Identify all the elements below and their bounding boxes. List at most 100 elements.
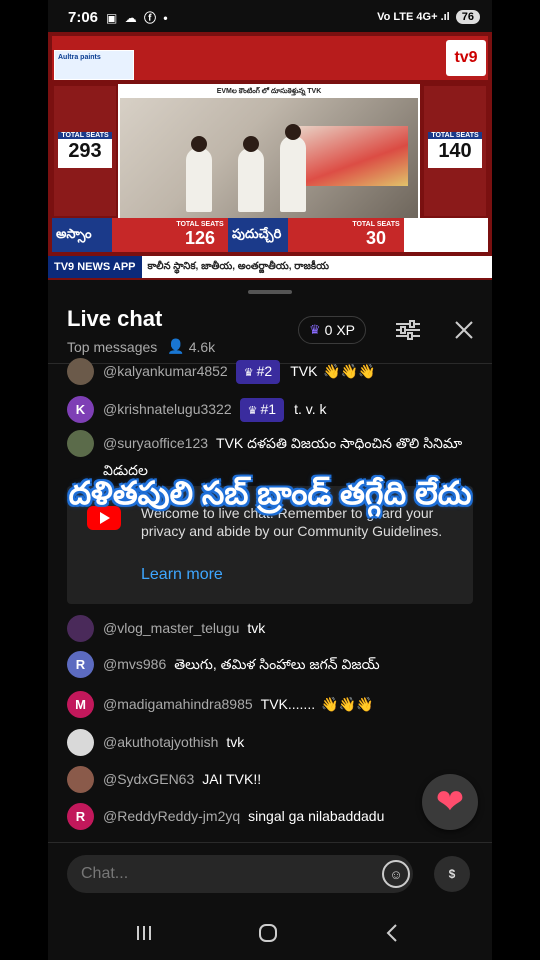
tv9-logo: tv9 [446,40,486,76]
message-body: @mvs986 తెలుగు, తమిళ సింహాలు జగన్ విజయ్ [103,651,480,678]
emoji-icon[interactable]: ☺ [382,860,410,888]
avatar[interactable] [67,430,94,457]
video-ad-box: Aultra paints [54,50,134,80]
scene-person [238,148,264,212]
message-username[interactable]: @vlog_master_telugu [103,620,239,636]
super-chat-button[interactable]: $ [434,856,470,892]
message-username[interactable]: @kalyankumar4852 [103,363,228,379]
filter-icon[interactable] [394,316,422,344]
message-body: @vlog_master_telugu tvk [103,615,480,642]
party-logos [404,218,488,252]
clap-emoji-icon: 👋👋👋 [321,696,374,712]
chat-message[interactable]: @SydxGEN63 JAI TVK!! [67,766,480,793]
video-frame-caption: EVMల కౌంటింగ్ లో దూసుకెళ్తున్న TVK [120,86,418,98]
crown-icon: ♛ [247,405,258,417]
avatar[interactable] [67,358,94,385]
learn-more-link[interactable]: Learn more [141,566,223,584]
phone-screen: 7:06 ▣ ☁ ⓕ • Vo LTE 4G+ .ıl 76 Aultra pa… [48,0,492,960]
news-ticker: TV9 NEWS APP కాలీన స్థానిక, జాతీయ, అంతర్… [48,256,492,278]
message-body: @kalyankumar4852 ♛ #2 TVK 👋👋👋 [103,358,480,385]
avatar[interactable]: M [67,691,94,718]
person-icon: 👤 [167,338,185,354]
chat-message[interactable]: @suryaoffice123 TVK దళపతి విజయం సాధించిన … [67,430,480,484]
notification-icons: ▣ ☁ ⓕ • [106,10,170,25]
message-username[interactable]: @suryaoffice123 [103,435,208,451]
rank-badge-text: #1 [260,401,277,417]
right-seats-panel: TOTAL SEATS 140 [424,86,486,216]
video-player[interactable]: Aultra paints tv9 TOTAL SEATS 293 EVMల క… [48,32,492,280]
message-body: @SydxGEN63 JAI TVK!! [103,766,480,793]
battery-icon: 76 [455,10,480,24]
message-body: @akuthotajyothish tvk [103,729,480,756]
chat-input[interactable] [67,855,413,893]
status-bar: 7:06 ▣ ☁ ⓕ • Vo LTE 4G+ .ıl 76 [48,0,492,34]
chat-subtitle-row: Top messages 👤 4.6k [67,338,215,355]
right-seats-label: TOTAL SEATS [428,132,482,139]
android-nav-bar [48,904,492,960]
avatar[interactable] [67,729,94,756]
chat-message[interactable]: K @krishnatelugu3322 ♛ #1 t. v. k [67,396,480,423]
ticker-app-label: TV9 NEWS APP [48,256,142,278]
state-total-right-label: TOTAL SEATS [352,221,400,228]
home-icon[interactable] [248,918,288,948]
viewer-count-value: 4.6k [188,338,216,355]
message-username[interactable]: @SydxGEN63 [103,771,194,787]
recent-apps-icon[interactable] [124,918,164,948]
state-total-left-label: TOTAL SEATS [176,221,224,228]
close-icon[interactable] [450,316,478,344]
chat-message[interactable]: @kalyankumar4852 ♛ #2 TVK 👋👋👋 [67,358,480,385]
welcome-text: Welcome to live chat! Remember to guard … [141,505,443,539]
avatar[interactable]: K [67,396,94,423]
message-text: tvk [226,734,245,750]
scene-person-head [243,136,259,152]
message-username[interactable]: @ReddyReddy-jm2yq [103,808,240,824]
scene-person [280,136,306,212]
chat-message[interactable]: @akuthotajyothish tvk [67,729,480,756]
state-map-right [288,218,348,252]
crown-icon: ♛ [309,322,321,337]
state-total-right: TOTAL SEATS 30 [348,218,404,252]
message-body: @madigamahindra8985 TVK....... 👋👋👋 [103,691,480,718]
chat-header: Live chat Top messages 👤 4.6k ♛ 0 XP [48,298,492,364]
chat-message[interactable]: R @mvs986 తెలుగు, తమిళ సింహాలు జగన్ విజయ్ [67,651,480,678]
super-chat-label: $ [448,867,456,881]
xp-value: 0 XP [324,322,356,338]
avatar[interactable] [67,615,94,642]
back-icon[interactable] [372,918,412,948]
message-text: t. v. k [294,401,327,417]
message-text: తెలుగు, తమిళ సింహాలు జగన్ విజయ్ [174,656,380,672]
chat-message[interactable]: @vlog_master_telugu tvk [67,615,480,642]
state-name-right: పుదుచ్చేరి [228,218,288,252]
state-name-left: అస్సాం [52,218,112,252]
message-text: tvk [247,620,266,636]
rank-badge: ♛ #2 [235,360,281,384]
message-text: singal ga nilabaddadu [248,808,385,824]
message-body: @suryaoffice123 TVK దళపతి విజయం సాధించిన … [103,430,480,484]
chat-message[interactable]: M @madigamahindra8985 TVK....... 👋👋👋 [67,691,480,718]
state-map-left [112,218,172,252]
heart-icon: ❤ [435,783,465,821]
message-username[interactable]: @mvs986 [103,656,166,672]
chat-message[interactable]: R @ReddyReddy-jm2yq singal ga nilabaddadu [67,803,480,830]
youtube-icon [87,506,121,530]
rank-badge: ♛ #1 [239,398,285,422]
left-seats-label: TOTAL SEATS [58,132,112,139]
left-seats-panel: TOTAL SEATS 293 [54,86,116,216]
message-text: TVK [290,363,318,379]
scene-person-head [191,136,207,152]
message-username[interactable]: @madigamahindra8985 [103,696,253,712]
top-messages-dropdown[interactable]: Top messages [67,339,157,355]
xp-button[interactable]: ♛ 0 XP [298,316,367,344]
message-username[interactable]: @akuthotajyothish [103,734,218,750]
left-seats-value: 293 [68,140,102,162]
avatar[interactable]: R [67,651,94,678]
avatar[interactable] [67,766,94,793]
avatar[interactable]: R [67,803,94,830]
crown-icon: ♛ [243,367,254,379]
message-username[interactable]: @krishnatelugu3322 [103,401,232,417]
drag-handle[interactable] [248,290,292,294]
heart-reaction-button[interactable]: ❤ [422,774,478,830]
state-total-left-value: 126 [184,228,216,248]
ticker-text: కాలీన స్థానిక, జాతీయ, అంతర్జాతీయ, రాజకీయ [141,256,492,278]
message-text: JAI TVK!! [202,771,262,787]
